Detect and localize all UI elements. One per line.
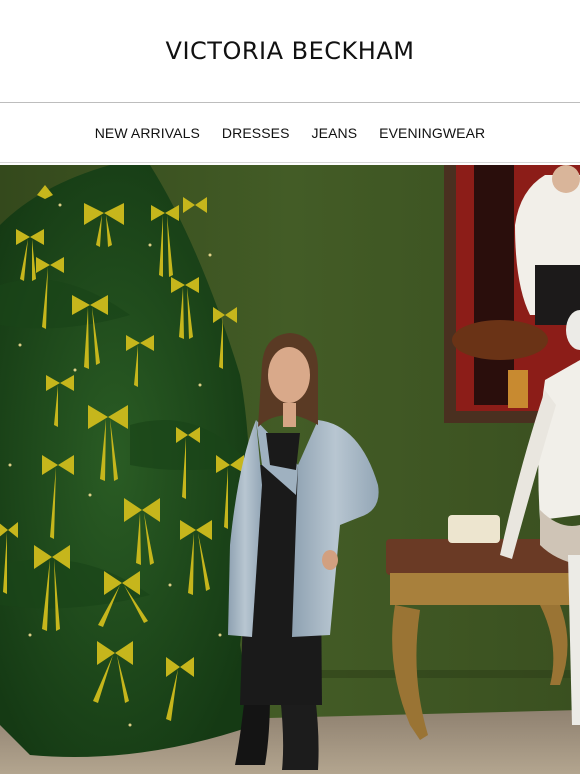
nav-item-eveningwear[interactable]: EVENINGWEAR	[379, 125, 485, 141]
main-nav: NEW ARRIVALS DRESSES JEANS EVENINGWEAR	[0, 102, 580, 163]
nav-item-new-arrivals[interactable]: NEW ARRIVALS	[95, 125, 200, 141]
brand-logo[interactable]: VICTORIA BECKHAM	[166, 37, 415, 65]
nav-item-dresses[interactable]: DRESSES	[222, 125, 290, 141]
site-header: VICTORIA BECKHAM	[0, 0, 580, 102]
hero-image-link[interactable]	[0, 165, 580, 774]
hero-photo	[0, 165, 580, 774]
nav-item-jeans[interactable]: JEANS	[312, 125, 358, 141]
